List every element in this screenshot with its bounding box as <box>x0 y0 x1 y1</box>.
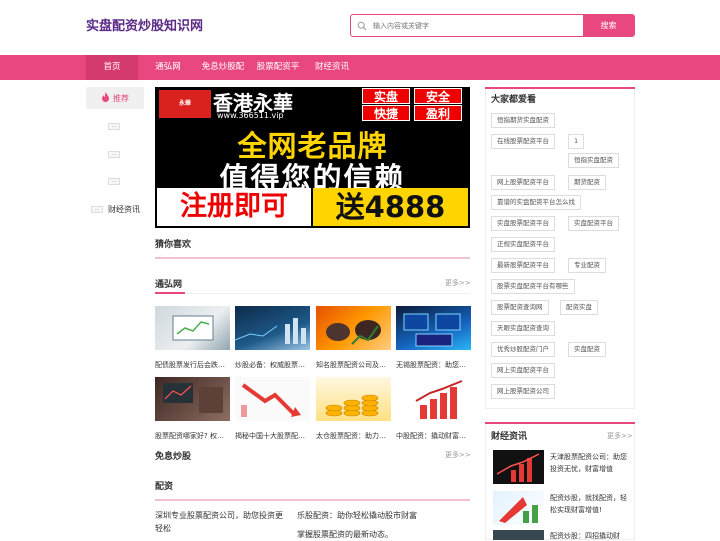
popular-tag[interactable]: 配资实盘 <box>560 300 598 315</box>
sidebar-placeholder[interactable]: … <box>108 178 120 185</box>
main-nav: 首页 通弘网 免息炒股配 股票配资平 财经资讯 <box>0 55 720 80</box>
popular-tag[interactable]: 优秀炒股配资门户 <box>491 342 555 357</box>
popular-tag[interactable]: 在线股票配资平台 <box>491 134 555 149</box>
banner-tag: 快捷 <box>362 105 410 121</box>
divider-accent <box>155 499 470 501</box>
more-link[interactable]: 更多>> <box>445 450 471 460</box>
section-title-guess: 猜你喜欢 <box>155 240 192 250</box>
search-icon <box>351 15 373 36</box>
article-thumbnail[interactable] <box>235 377 310 421</box>
list-item[interactable]: 掌握股票配资的最新动态。 <box>297 528 457 541</box>
divider <box>155 293 470 294</box>
article-title[interactable]: 炒股必备：权威股票… <box>235 360 310 370</box>
popular-tag[interactable]: 最新股票配资平台 <box>491 258 555 273</box>
section-title-tonghong[interactable]: 通弘网 <box>155 277 182 290</box>
divider-accent <box>485 87 635 89</box>
section-title-peizi: 配资 <box>155 482 174 492</box>
finance-thumbnail[interactable] <box>493 530 544 540</box>
article-title[interactable]: 中股配资：撬动财富… <box>396 431 471 441</box>
finance-item[interactable]: 天津股票配资公司：助您投资无忧，财富增值 <box>550 451 632 475</box>
popular-tag[interactable]: 正规实盘配资平台 <box>491 237 555 252</box>
list-item[interactable]: 深圳专业股票配资公司，助您投资更轻松 <box>155 509 290 535</box>
banner-tag: 安全 <box>414 88 462 104</box>
sidebar-placeholder[interactable]: … <box>108 151 120 158</box>
article-thumbnail[interactable] <box>396 306 471 350</box>
article-title[interactable]: 股票配资哪家好? 权… <box>155 431 230 441</box>
site-logo[interactable]: 实盘配资炒股知识网 <box>86 15 203 34</box>
recommend-button[interactable]: 推荐 <box>86 87 144 109</box>
nav-item-tonghong[interactable]: 通弘网 <box>144 55 192 80</box>
banner-tag: 盈利 <box>414 105 462 121</box>
sidebar-item-finance[interactable]: 财经资讯 <box>108 204 140 215</box>
popular-tag[interactable]: 专业配资 <box>568 258 606 273</box>
nav-item-home[interactable]: 首页 <box>86 55 138 80</box>
finance-title: 财经资讯 <box>491 432 528 442</box>
article-thumbnail[interactable] <box>316 306 391 350</box>
search-input[interactable] <box>373 15 583 36</box>
banner-url: www.366511.vip <box>217 111 284 120</box>
more-link[interactable]: 更多>> <box>607 431 633 441</box>
article-thumbnail[interactable] <box>155 306 230 350</box>
article-title[interactable]: 太仓股票配资：助力… <box>316 431 391 441</box>
popular-tag[interactable]: 股票实盘配资平台有哪些 <box>491 279 575 294</box>
popular-tag[interactable]: 网上股票配资公司 <box>491 384 555 399</box>
article-thumbnail[interactable] <box>155 377 230 421</box>
divider-accent <box>485 422 635 424</box>
finance-thumbnail[interactable] <box>493 491 544 525</box>
recommend-label: 推荐 <box>113 93 129 103</box>
article-title[interactable]: 揭秘中国十大股票配… <box>235 431 310 441</box>
sidebar-placeholder[interactable]: … <box>91 206 103 213</box>
divider-accent <box>155 292 185 294</box>
popular-title: 大家都爱看 <box>491 95 537 105</box>
article-title[interactable]: 知名股票配资公司及… <box>316 360 391 370</box>
fire-icon <box>101 92 110 104</box>
article-title[interactable]: 无锡股票配资：助您… <box>396 360 471 370</box>
banner-tag: 实盘 <box>362 88 410 104</box>
finance-item[interactable]: 配资炒股，就找配资，轻松实现财富增值! <box>550 492 632 516</box>
search-button[interactable]: 搜索 <box>583 15 634 36</box>
popular-tag[interactable]: 实盘配资平台 <box>568 216 619 231</box>
popular-tag[interactable]: 恒指实盘配资 <box>568 153 619 168</box>
article-thumbnail[interactable] <box>396 377 471 421</box>
popular-tag[interactable]: 股票配资查询网 <box>491 300 549 315</box>
search-bar: 搜索 <box>350 14 635 37</box>
banner-headline-3a: 注册即可 <box>157 188 311 226</box>
banner-brand-logo: 永華 <box>159 90 211 118</box>
finance-thumbnail[interactable] <box>493 450 544 484</box>
divider-accent <box>155 257 470 259</box>
popular-tag[interactable]: 实盘股票配资平台 <box>491 216 555 231</box>
article-title[interactable]: 配债股票发行后会跌… <box>155 360 230 370</box>
more-link[interactable]: 更多>> <box>445 278 471 288</box>
banner-headline-3b: 送4888 <box>313 188 468 226</box>
popular-tag[interactable]: 天眼实盘配资查询 <box>491 321 555 336</box>
popular-tag[interactable]: 网上股票配资平台 <box>491 175 555 190</box>
finance-item[interactable]: 配资炒股：四招撬动财 <box>550 530 632 540</box>
article-thumbnail[interactable] <box>235 306 310 350</box>
popular-tag[interactable]: 网上实盘配资平台 <box>491 363 555 378</box>
popular-tag[interactable]: 靠谱的实盘配资平台怎么找 <box>491 195 581 210</box>
nav-item-free-margin[interactable]: 免息炒股配 <box>196 55 250 80</box>
article-thumbnail[interactable] <box>316 377 391 421</box>
sidebar-placeholder[interactable]: … <box>108 123 120 130</box>
site-header: 实盘配资炒股知识网 搜索 <box>0 0 720 55</box>
section-title-free[interactable]: 免息炒股 <box>155 449 191 462</box>
left-sidebar: 推荐 <box>86 87 146 109</box>
popular-tag[interactable]: 期货配资 <box>568 175 606 190</box>
banner-ad[interactable]: 永華 香港永華 www.366511.vip 实盘 安全 快捷 盈利 全网老品牌… <box>155 87 470 228</box>
nav-item-finance[interactable]: 财经资讯 <box>308 55 356 80</box>
popular-tag[interactable]: 1 <box>568 134 585 149</box>
popular-tag[interactable]: 实盘配资 <box>568 342 606 357</box>
popular-tag[interactable]: 恒指期货实盘配资 <box>491 113 555 128</box>
nav-item-stock-platform[interactable]: 股票配资平 <box>252 55 304 80</box>
list-item[interactable]: 乐股配资：助你轻松撬动股市财富 <box>297 509 457 522</box>
